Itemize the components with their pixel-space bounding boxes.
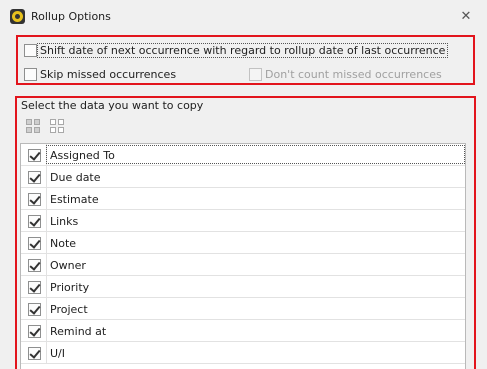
item-label: U/I	[50, 347, 66, 360]
shift-date-checkbox[interactable]	[24, 44, 37, 57]
shift-date-focus: Shift date of next occurrence with regar…	[37, 43, 449, 58]
close-icon[interactable]: ✕	[456, 8, 476, 26]
item-label: Note	[50, 237, 77, 250]
dont-count-checkbox[interactable]	[249, 68, 262, 81]
app-icon	[10, 9, 25, 24]
item-checkbox[interactable]	[28, 303, 41, 316]
dont-count-label: Don't count missed occurrences	[265, 68, 442, 81]
item-checkbox[interactable]	[28, 149, 41, 162]
item-checkbox[interactable]	[28, 193, 41, 206]
list-item[interactable]: Project	[21, 298, 465, 320]
title-bar: Rollup Options ✕	[0, 0, 487, 32]
list-item[interactable]: Note	[21, 232, 465, 254]
item-checkbox[interactable]	[28, 171, 41, 184]
item-label: Links	[50, 215, 79, 228]
item-label: Project	[50, 303, 88, 316]
item-checkbox[interactable]	[28, 347, 41, 360]
list-item[interactable]: Assigned To	[21, 144, 465, 166]
item-label: Estimate	[50, 193, 99, 206]
item-label: Owner	[50, 259, 86, 272]
list-item[interactable]: U/I	[21, 342, 465, 364]
shift-date-label: Shift date of next occurrence with regar…	[40, 44, 446, 57]
list-item[interactable]: Remind at	[21, 320, 465, 342]
item-label: Due date	[50, 171, 101, 184]
item-label: Priority	[50, 281, 90, 294]
list-item[interactable]: Owner	[21, 254, 465, 276]
skip-missed-label: Skip missed occurrences	[40, 68, 177, 81]
item-checkbox[interactable]	[28, 237, 41, 250]
item-label: Remind at	[50, 325, 107, 338]
select-all-icon[interactable]	[26, 119, 42, 135]
skip-missed-checkbox[interactable]	[24, 68, 37, 81]
copy-fields-list: Assigned To Due date Estimate Links Note…	[20, 143, 466, 369]
list-item[interactable]: Due date	[21, 166, 465, 188]
item-checkbox[interactable]	[28, 281, 41, 294]
item-label: Assigned To	[50, 149, 115, 162]
copy-section-label: Select the data you want to copy	[21, 99, 204, 112]
item-checkbox[interactable]	[28, 259, 41, 272]
item-checkbox[interactable]	[28, 325, 41, 338]
window-title: Rollup Options	[31, 10, 111, 23]
list-item[interactable]: Estimate	[21, 188, 465, 210]
item-checkbox[interactable]	[28, 215, 41, 228]
list-item[interactable]: Priority	[21, 276, 465, 298]
deselect-all-icon[interactable]	[50, 119, 66, 135]
list-item[interactable]: Links	[21, 210, 465, 232]
